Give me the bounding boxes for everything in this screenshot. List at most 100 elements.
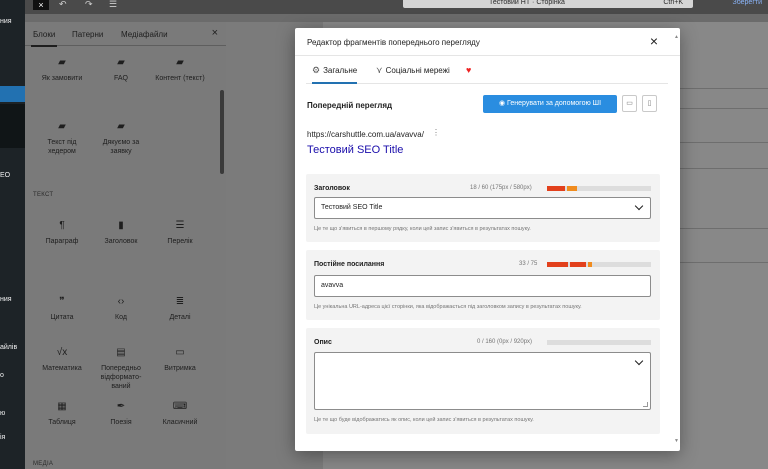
admin-menu-item[interactable]: EO	[0, 172, 10, 179]
scroll-up-icon[interactable]: ▲	[674, 34, 679, 40]
admin-menu-item[interactable]: ния	[0, 296, 12, 303]
table-icon: ▦	[57, 401, 67, 412]
admin-menu-item[interactable]: ія	[0, 434, 5, 441]
modal-scrollbar[interactable]: ▲ ▼	[674, 34, 679, 444]
block-item[interactable]: ❞ Цитата	[33, 295, 91, 322]
resize-handle-icon[interactable]	[643, 402, 648, 407]
chevron-down-icon[interactable]	[634, 356, 644, 366]
block-item[interactable]: ‹› Код	[92, 295, 150, 322]
category-heading-media: МЕДІА	[33, 461, 54, 467]
title-input[interactable]: Тестовий SEO Title	[314, 197, 651, 219]
block-icon: ▰	[58, 121, 66, 132]
slug-field-label: Постійне посилання	[314, 261, 385, 268]
tab-media[interactable]: Медіафайли	[121, 30, 168, 39]
modal-tabs: ⚙ Загальне ⋎ Соціальні мережі ♥	[306, 58, 668, 84]
admin-menu-item[interactable]: ния	[0, 18, 12, 25]
admin-sidebar: ния EO ния айлів о ю ія	[0, 0, 25, 469]
slug-help-text: Це унікальна URL-адреса цієї сторінки, я…	[314, 304, 582, 310]
admin-menu-item[interactable]: ю	[0, 410, 5, 417]
tab-general[interactable]: ⚙ Загальне	[312, 58, 358, 84]
description-length-bar	[547, 340, 651, 345]
tab-patterns[interactable]: Патерни	[72, 30, 103, 39]
close-editor-icon[interactable]: ×	[33, 0, 49, 10]
block-item[interactable]: √x Математика	[33, 346, 91, 373]
block-item[interactable]: ✒ Поезія	[92, 400, 150, 427]
close-icon[interactable]: ×	[212, 27, 218, 39]
preformatted-icon: ▤	[116, 347, 126, 358]
slug-input[interactable]: avavva	[314, 275, 651, 297]
block-item[interactable]: ▤ Попередньо відформато-ваний	[92, 346, 150, 391]
tab-blocks[interactable]: Блоки	[30, 30, 58, 47]
mobile-icon: ▯	[647, 100, 652, 107]
pullquote-icon: ▭	[175, 347, 185, 358]
block-label: Дякуємо за заявку	[102, 139, 140, 155]
block-item[interactable]: ▰ Текст під хедером	[33, 120, 91, 156]
quote-icon: ❞	[59, 296, 65, 307]
block-item[interactable]: ▰ Дякуємо за заявку	[92, 120, 150, 156]
block-inserter-panel: Блоки Патерни Медіафайли × ▰ Як замовити …	[25, 22, 226, 469]
block-label: Як замовити	[41, 75, 83, 82]
block-item[interactable]: ▭ Витримка	[151, 346, 209, 373]
block-label: Класичний	[162, 419, 198, 426]
block-label: Код	[115, 314, 127, 321]
bar-segment	[567, 186, 577, 191]
share-icon: ⋎	[376, 65, 383, 75]
block-label: Цитата	[50, 314, 74, 321]
tab-favorite[interactable]: ♥	[466, 58, 471, 84]
modal-title: Редактор фрагментів попереднього перегля…	[307, 38, 480, 47]
title-char-count: 18 / 60 (175px / 580px)	[470, 185, 532, 191]
block-item[interactable]: ≣ Деталі	[151, 295, 209, 322]
save-button[interactable]: Зберегти	[732, 0, 762, 6]
desktop-preview-button[interactable]: ▭	[622, 95, 637, 112]
heart-icon: ♥	[466, 65, 472, 75]
bar-segment	[547, 186, 565, 191]
block-label: Таблиця	[48, 419, 76, 426]
block-item[interactable]: ▰ Як замовити	[33, 56, 91, 83]
close-icon[interactable]: ×	[650, 33, 658, 49]
redo-icon[interactable]: ↷	[85, 0, 93, 9]
title-field-label: Заголовок	[314, 185, 350, 192]
block-label: Параграф	[45, 238, 79, 245]
generate-ai-button[interactable]: ◉ Генерувати за допомогою ШІ	[483, 95, 617, 113]
command-palette-bar[interactable]: Тестовий НТ · Сторінка Ctrl+K	[403, 0, 693, 8]
block-item[interactable]: ⌨ Класичний	[151, 400, 209, 427]
title-field-section: Заголовок 18 / 60 (175px / 580px) Тестов…	[306, 174, 660, 242]
desktop-icon: ▭	[626, 100, 633, 107]
block-item[interactable]: ¶ Параграф	[33, 219, 91, 246]
slug-field-section: Постійне посилання 33 / 75 avavva Це уні…	[306, 250, 660, 320]
mobile-preview-button[interactable]: ▯	[642, 95, 657, 112]
more-icon[interactable]: ⋮	[432, 128, 440, 137]
paragraph-icon: ¶	[59, 220, 65, 231]
block-item[interactable]: ☰ Перелік	[151, 219, 209, 246]
admin-menu-item[interactable]: айлів	[0, 344, 17, 351]
math-icon: √x	[56, 347, 68, 358]
block-icon: ▰	[58, 57, 66, 68]
description-field-section: Опис 0 / 160 (0px / 920px) Це те що буде…	[306, 328, 660, 434]
bookmark-icon: ▮	[118, 220, 124, 231]
block-item[interactable]: ▦ Таблиця	[33, 400, 91, 427]
preview-url: https://carshuttle.com.ua/avavva/	[307, 130, 424, 139]
shortcut-hint: Ctrl+K	[663, 0, 683, 6]
admin-menu-item[interactable]: о	[0, 372, 4, 379]
chevron-down-icon[interactable]	[634, 201, 644, 211]
admin-submenu-block	[0, 104, 25, 148]
scroll-down-icon[interactable]: ▼	[674, 438, 679, 444]
inserter-scrollbar[interactable]	[220, 90, 224, 174]
details-icon: ≣	[175, 296, 185, 307]
slug-input-value: avavva	[321, 282, 344, 289]
block-label: Перелік	[167, 238, 193, 245]
bar-segment	[547, 262, 568, 267]
tab-social[interactable]: ⋎ Соціальні мережі	[376, 58, 450, 84]
bar-segment	[588, 262, 592, 267]
snippet-editor-modal: Редактор фрагментів попереднього перегля…	[295, 28, 680, 451]
undo-icon[interactable]: ↶	[59, 0, 67, 9]
classic-icon: ⌨	[172, 401, 188, 412]
admin-menu-active-item[interactable]	[0, 86, 25, 102]
document-overview-icon[interactable]: ☰	[109, 0, 117, 9]
description-textarea[interactable]	[314, 352, 651, 410]
modal-header: Редактор фрагментів попереднього перегля…	[295, 28, 680, 56]
block-label: Витримка	[164, 365, 196, 372]
block-item[interactable]: ▰ FAQ	[92, 56, 150, 83]
block-item[interactable]: ▮ Заголовок	[92, 219, 150, 246]
block-item[interactable]: ▰ Контент (текст)	[151, 56, 209, 83]
